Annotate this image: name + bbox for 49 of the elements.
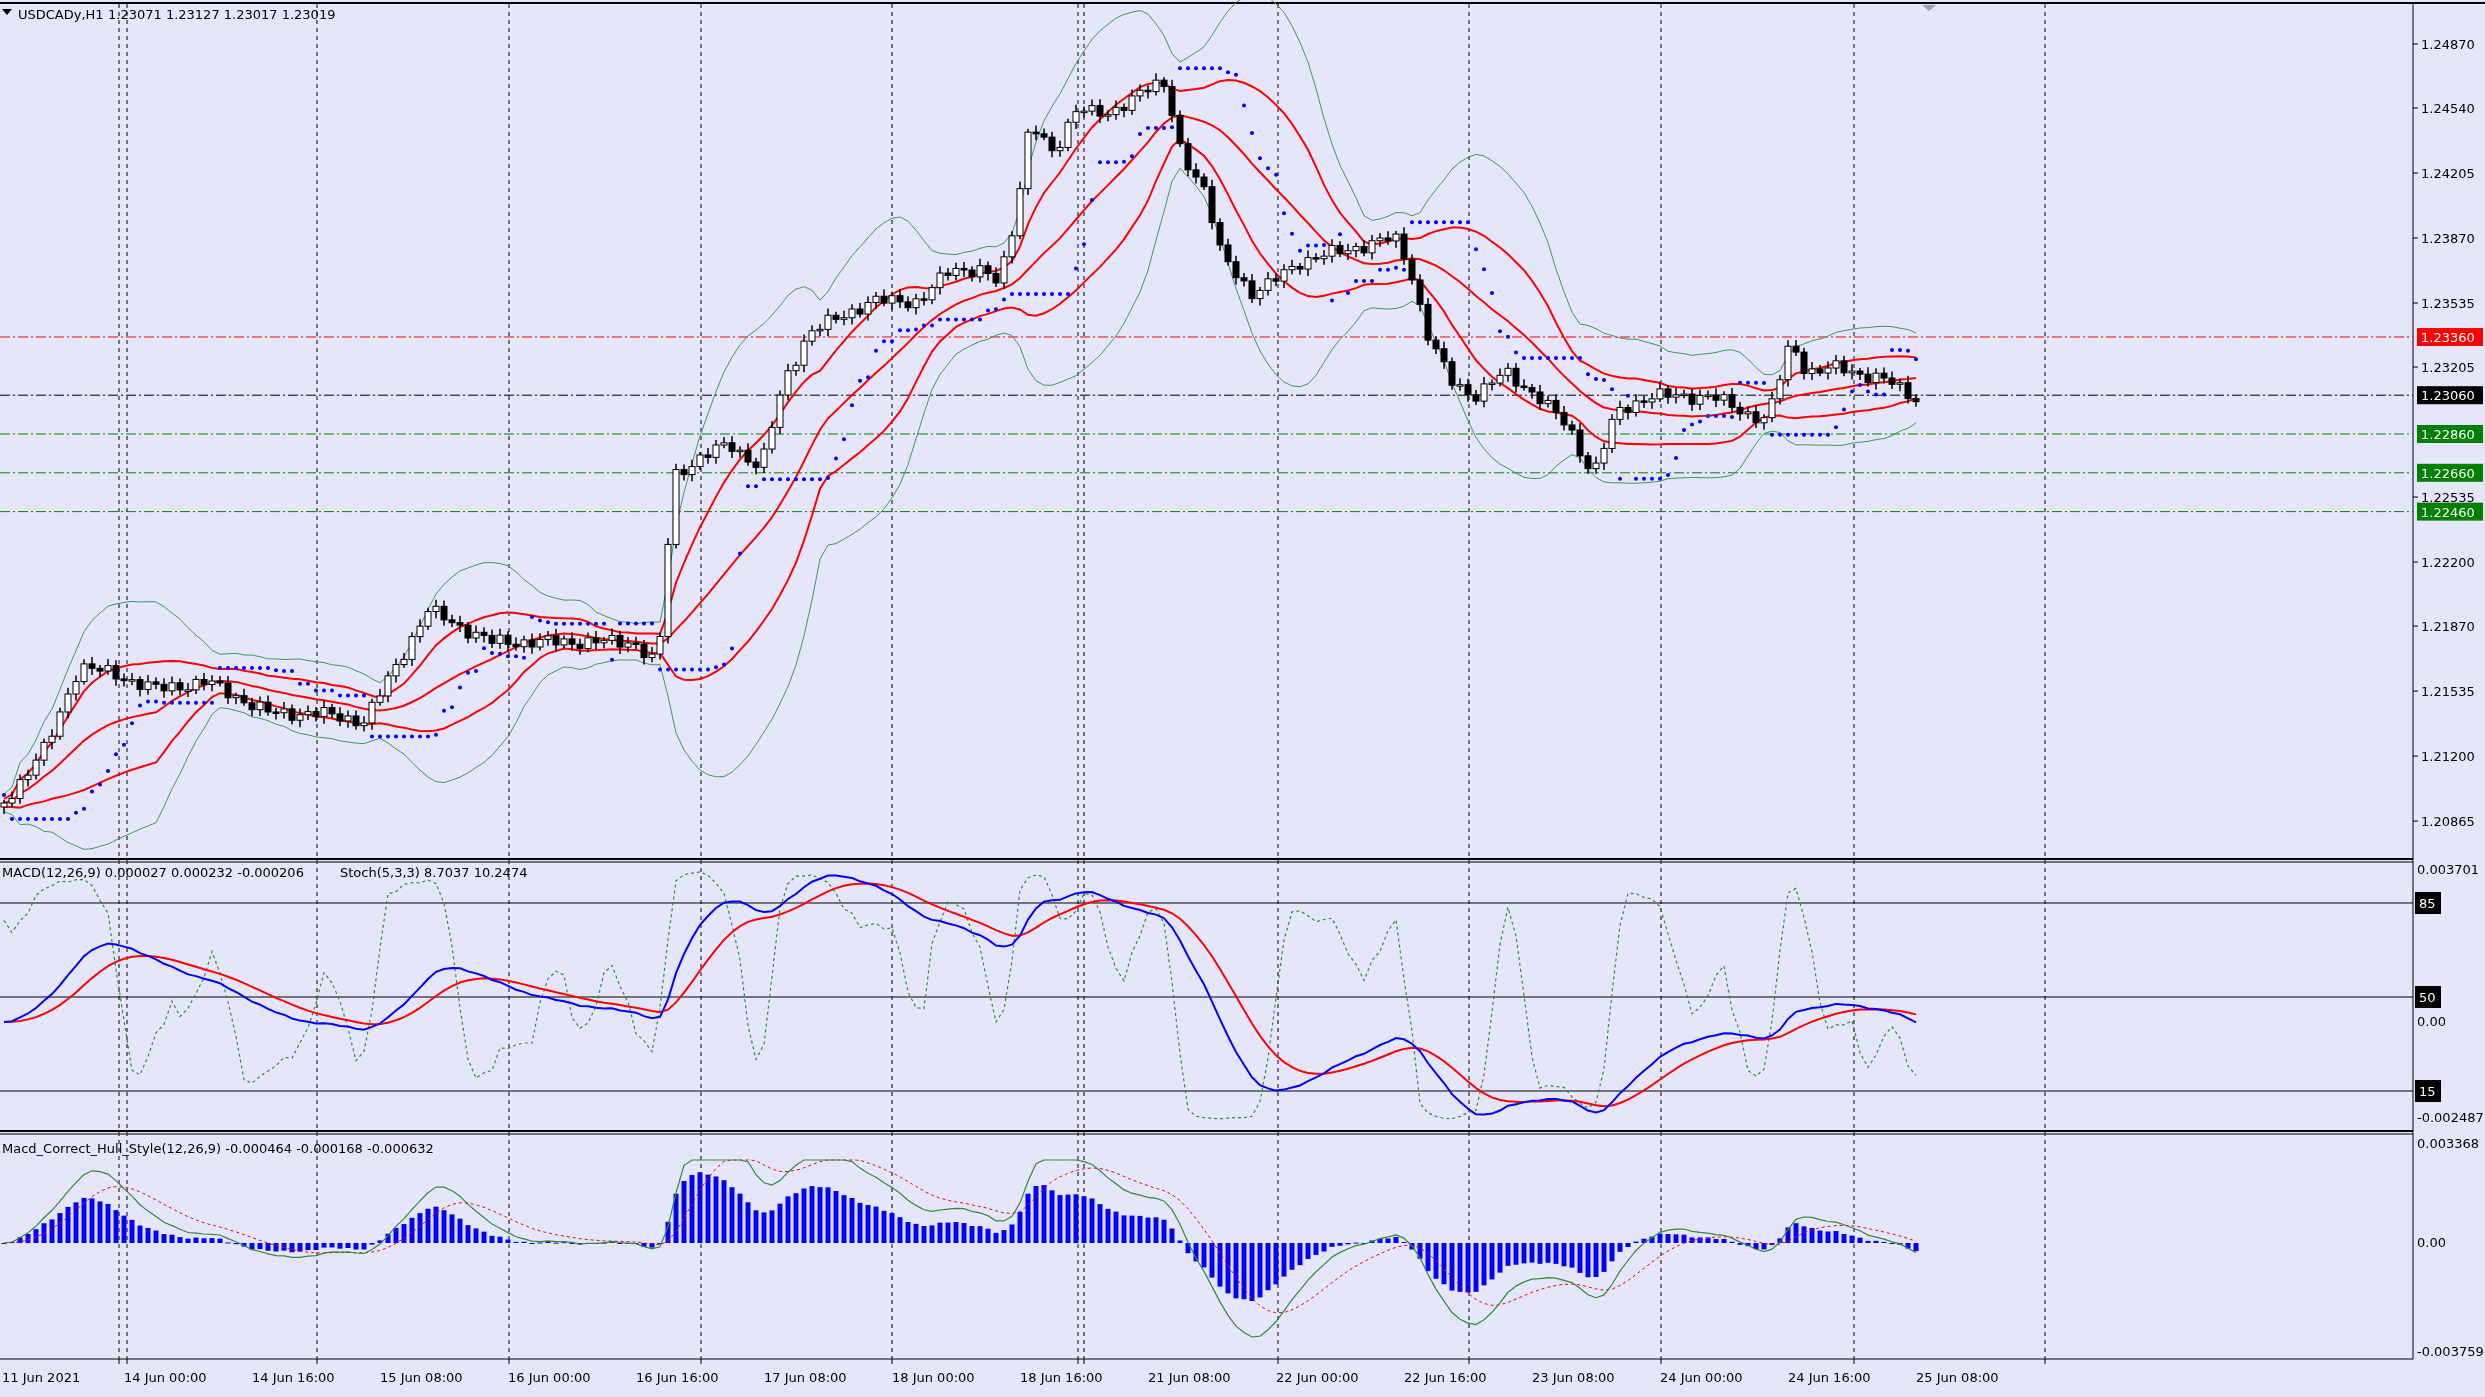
stoch-level-value: 85 — [2419, 896, 2436, 911]
symbol-label: USDCADy,H1 — [18, 7, 104, 22]
price-tick-label: 1.24540 — [2421, 101, 2475, 117]
price-level-value: 1.22660 — [2421, 465, 2475, 481]
time-tick-label: 21 Jun 08:00 — [1148, 1370, 1231, 1385]
time-tick-label: 23 Jun 08:00 — [1532, 1370, 1615, 1385]
price-tick-label: 1.22200 — [2421, 555, 2475, 571]
hull-legend: Macd_Correct_Hull_Style(12,26,9) -0.000464 -0.000168 -0.000632 — [2, 1141, 434, 1156]
time-tick-label: 16 Jun 16:00 — [636, 1370, 719, 1385]
indicator-tick-label: -0.002487 — [2417, 1110, 2484, 1125]
price-tick-label: 1.21870 — [2421, 619, 2475, 635]
price-tick-label: 1.20865 — [2421, 814, 2475, 830]
time-tick-label: 11 Jun 2021 — [2, 1370, 81, 1385]
time-tick-label: 16 Jun 00:00 — [508, 1370, 591, 1385]
ohlc-values: 1.23071 1.23127 1.23017 1.23019 — [108, 7, 336, 22]
macd-legend: MACD(12,26,9) 0.000027 0.000232 -0.000206 — [2, 865, 304, 880]
price-tick-label: 1.21535 — [2421, 684, 2475, 700]
time-tick-label: 24 Jun 16:00 — [1788, 1370, 1871, 1385]
stoch-legend: Stoch(5,3,3) 8.7037 10.2474 — [340, 865, 528, 880]
time-tick-label: 18 Jun 00:00 — [892, 1370, 975, 1385]
time-tick-label: 18 Jun 16:00 — [1020, 1370, 1103, 1385]
stoch-level-value: 15 — [2419, 1084, 2436, 1099]
indicator-tick-label: 0.00 — [2417, 1014, 2446, 1029]
time-tick-label: 25 Jun 08:00 — [1916, 1370, 1999, 1385]
price-tick-label: 1.23535 — [2421, 296, 2475, 312]
price-tick-label: 1.24205 — [2421, 166, 2475, 182]
stoch-level-value: 50 — [2419, 990, 2436, 1005]
indicator-tick-label: 0.00 — [2417, 1235, 2446, 1250]
price-level-value: 1.22460 — [2421, 504, 2475, 520]
indicator-tick-label: 0.003701 — [2417, 862, 2480, 877]
indicator-tick-label: -0.003759 — [2417, 1344, 2484, 1359]
price-tick-label: 1.24870 — [2421, 37, 2475, 52]
price-tick-label: 1.22535 — [2421, 490, 2475, 506]
time-tick-label: 24 Jun 00:00 — [1660, 1370, 1743, 1385]
price-tick-label: 1.21200 — [2421, 749, 2475, 765]
time-tick-label: 15 Jun 08:00 — [380, 1370, 463, 1385]
time-tick-label: 17 Jun 08:00 — [764, 1370, 847, 1385]
time-tick-label: 22 Jun 00:00 — [1276, 1370, 1359, 1385]
price-tick-label: 1.23870 — [2421, 231, 2475, 247]
price-tick-label: 1.23205 — [2421, 360, 2475, 376]
indicator-tick-label: 0.003368 — [2417, 1136, 2480, 1151]
price-level-value: 1.22860 — [2421, 427, 2475, 442]
shift-marker-icon[interactable] — [1922, 5, 1936, 11]
time-tick-label: 22 Jun 16:00 — [1404, 1370, 1487, 1385]
price-level-value: 1.23360 — [2421, 330, 2475, 345]
time-tick-label: 14 Jun 00:00 — [124, 1370, 207, 1385]
time-tick-label: 14 Jun 16:00 — [252, 1370, 335, 1385]
dropdown-icon[interactable] — [2, 9, 12, 15]
price-level-value: 1.23060 — [2421, 388, 2475, 404]
